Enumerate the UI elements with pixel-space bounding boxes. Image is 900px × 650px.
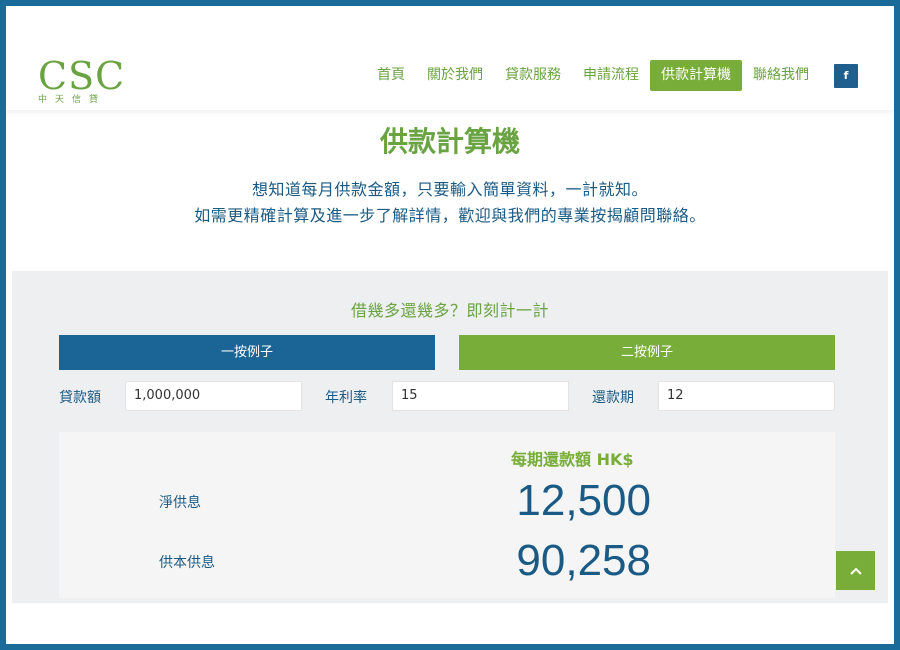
- nav-application-process[interactable]: 申請流程: [572, 60, 650, 91]
- intro-text: 想知道每月供款金額，只要輸入簡單資料，一計就知。 如需更精確計算及進一步了解詳情…: [6, 177, 894, 229]
- intro-line-1: 想知道每月供款金額，只要輸入簡單資料，一計就知。: [251, 180, 648, 199]
- nav-about[interactable]: 關於我們: [416, 60, 494, 91]
- page-title: 供款計算機: [379, 125, 520, 158]
- net-interest-label: 淨供息: [159, 495, 201, 511]
- chevron-up-icon: [849, 567, 862, 575]
- first-mortgage-example-button[interactable]: 一按例子: [59, 335, 435, 370]
- page-frame: CSC 中天信貸 首頁 關於我們 貸款服務 申請流程 供款計算機 聯絡我們 f …: [0, 0, 900, 650]
- calculator-heading: 借幾多還幾多？即刻計一計: [350, 301, 549, 320]
- back-to-top-button[interactable]: [836, 551, 875, 590]
- logo[interactable]: CSC 中天信貸: [38, 54, 126, 105]
- site-header: CSC 中天信貸 首頁 關於我們 貸款服務 申請流程 供款計算機 聯絡我們 f: [6, 6, 894, 110]
- nav-calculator[interactable]: 供款計算機: [650, 60, 742, 91]
- facebook-icon[interactable]: f: [834, 63, 858, 88]
- net-interest-value: 12,500: [516, 476, 651, 525]
- result-panel: 每期還款額 HK$ 淨供息 12,500 供本供息 90,258: [59, 432, 835, 598]
- repayment-term-input[interactable]: 12: [658, 381, 835, 411]
- annual-rate-label: 年利率: [325, 390, 367, 406]
- main-nav: 首頁 關於我們 貸款服務 申請流程 供款計算機 聯絡我們 f: [366, 60, 858, 91]
- principal-interest-label: 供本供息: [159, 555, 215, 571]
- intro-line-2: 如需更精確計算及進一步了解詳情，歡迎與我們的專業按揭顧問聯絡。: [194, 206, 706, 225]
- loan-amount-label: 貸款額: [59, 390, 101, 406]
- calculator-panel: 借幾多還幾多？即刻計一計 一按例子 二按例子 貸款額 1,000,000 年利率…: [12, 271, 888, 603]
- repayment-term-label: 還款期: [592, 390, 634, 406]
- nav-home[interactable]: 首頁: [366, 60, 416, 91]
- result-heading: 每期還款額 HK$: [511, 450, 634, 469]
- annual-rate-input[interactable]: 15: [392, 381, 569, 411]
- loan-amount-input[interactable]: 1,000,000: [125, 381, 302, 411]
- nav-loan-services[interactable]: 貸款服務: [494, 60, 572, 91]
- nav-contact[interactable]: 聯絡我們: [742, 60, 820, 91]
- principal-interest-value: 90,258: [516, 536, 651, 585]
- second-mortgage-example-button[interactable]: 二按例子: [459, 335, 835, 370]
- logo-mark: CSC: [38, 54, 126, 98]
